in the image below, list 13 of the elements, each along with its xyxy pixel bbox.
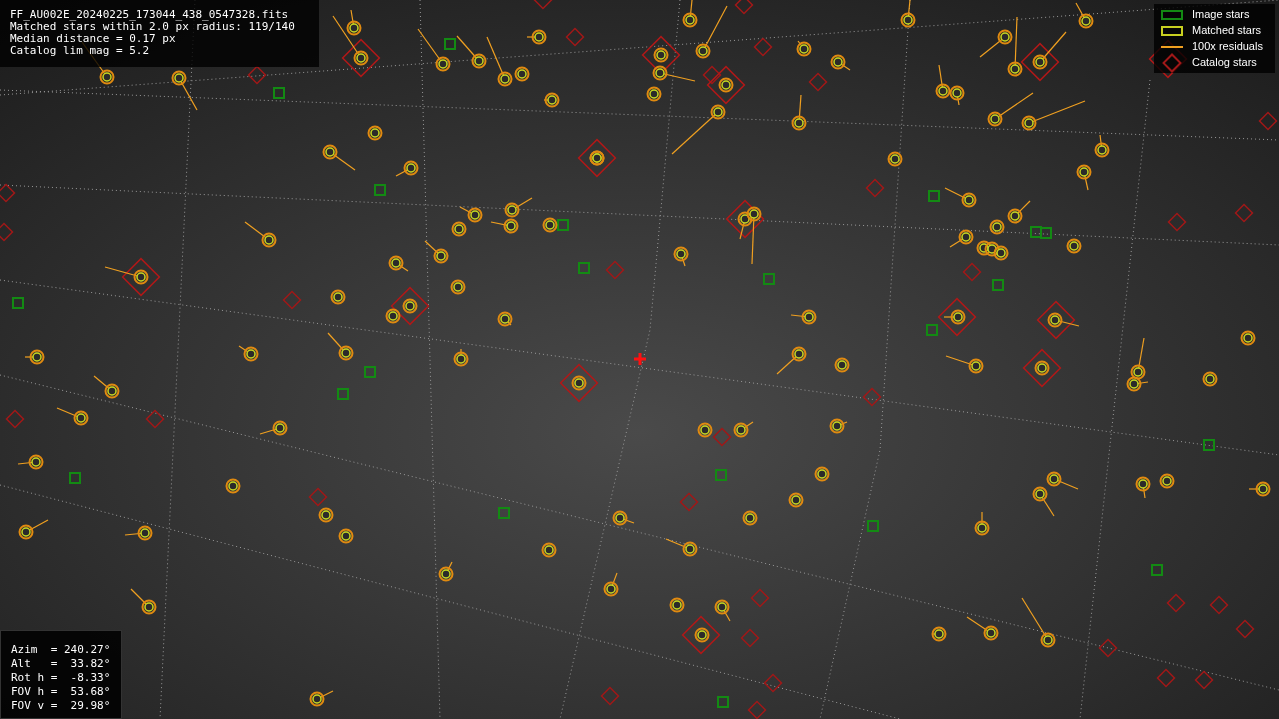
info-line: Median distance = 0.17 px [10,33,177,45]
legend-label: Image stars [1192,7,1250,23]
info-line: Catalog lim mag = 5.2 [10,45,151,57]
pointing-line: Rot h = -8.33° [11,671,111,685]
pointing-line: FOV v = 29.98° [11,699,111,713]
pointing-line: Alt = 33.82° [11,657,111,671]
pointing-line: Azim = 240.27° [11,643,111,657]
info-line: Matched stars within 2.0 px radius: 119/140 [10,21,296,33]
legend-label: Catalog stars [1192,55,1257,71]
legend-label: 100x residuals [1192,39,1263,55]
legend-label: Matched stars [1192,23,1262,39]
pointing-line: FOV h = 53.68° [11,685,111,699]
info-line: FF_AU002E_20240225_173044_438_0547328.fits [10,9,290,21]
